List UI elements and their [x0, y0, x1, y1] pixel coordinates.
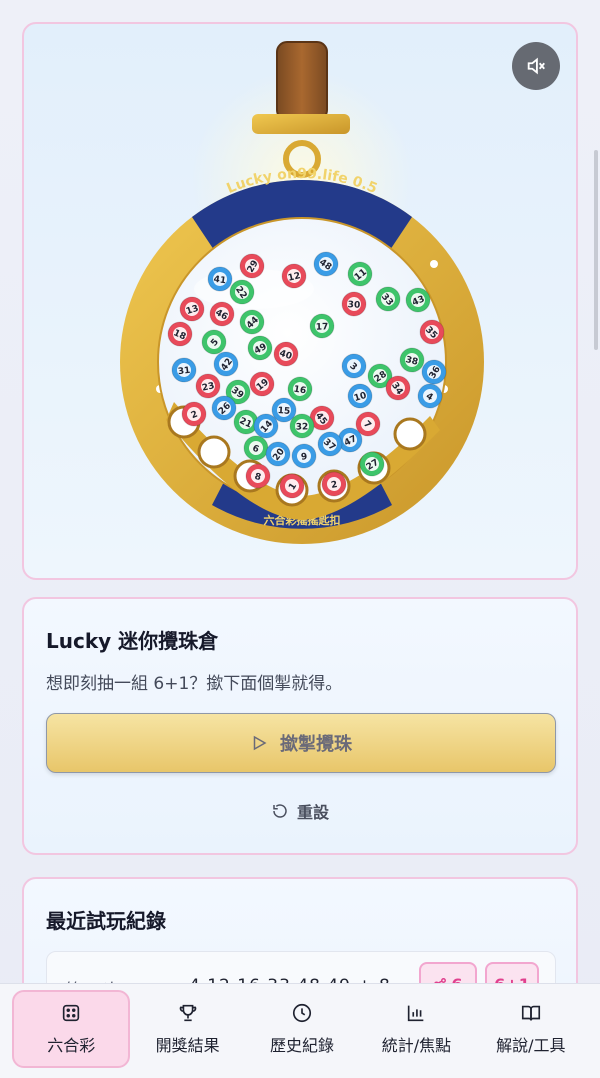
- ball-number: 30: [347, 300, 360, 311]
- nav-item-stats[interactable]: 統計/焦點: [359, 990, 473, 1068]
- tray-slot: [393, 417, 427, 451]
- ball-number: 17: [316, 322, 329, 332]
- dice-icon: [63, 1004, 80, 1022]
- reset-button-label: 重設: [296, 803, 329, 822]
- nav-label: 開獎結果: [155, 1036, 220, 1055]
- lottery-ball: 17: [309, 313, 335, 339]
- nav-item-history[interactable]: 歷史紀錄: [245, 990, 359, 1068]
- nav-label: 統計/焦點: [381, 1036, 452, 1055]
- keychain-handle: [276, 41, 328, 121]
- draw-button[interactable]: 撳掣攪珠: [46, 713, 556, 773]
- keychain-drum[interactable]: Lucky on99.life 0.5 六合彩搖搖匙扣 291248114122…: [24, 24, 580, 582]
- ball-number: 41: [213, 275, 227, 287]
- ball-number: 15: [277, 406, 290, 417]
- ball-number: 32: [296, 422, 309, 432]
- reset-button[interactable]: 重設: [24, 799, 576, 823]
- nav-label: 歷史紀錄: [270, 1036, 335, 1055]
- history-title: 最近試玩紀錄: [46, 909, 166, 933]
- nav-item-results[interactable]: 開獎結果: [130, 990, 244, 1068]
- play-icon: [253, 735, 267, 751]
- clock-icon: [292, 1003, 312, 1023]
- ball-number: 16: [293, 385, 307, 397]
- book-icon: [521, 1005, 540, 1021]
- tray-slot: [197, 435, 231, 469]
- nav-label: 解說/工具: [496, 1036, 566, 1055]
- nav-label: 六合彩: [47, 1036, 96, 1055]
- trophy-icon: [179, 1004, 196, 1022]
- scrollbar[interactable]: [594, 150, 598, 350]
- bottom-nav: 六合彩 開獎結果 歷史紀錄 統計/焦點 解說/工具: [0, 983, 600, 1078]
- ball-number: 9: [301, 452, 308, 463]
- nav-item-guide[interactable]: 解說/工具: [474, 990, 588, 1068]
- lottery-machine-card: Lucky on99.life 0.5 六合彩搖搖匙扣 29 12 48 11 41 22…: [22, 22, 578, 580]
- keychain-cap: [252, 114, 350, 134]
- reset-icon: [273, 804, 287, 818]
- bar-chart-icon: [408, 1005, 424, 1022]
- lottery-ball: 30: [341, 291, 367, 317]
- draw-card: Lucky 迷你攪珠倉 想即刻抽一組 6+1？撳下面個掣就得。 撳掣攪珠 重設: [22, 597, 578, 855]
- ball-number: 31: [177, 366, 191, 377]
- lottery-ball: 32: [289, 413, 315, 439]
- draw-description: 想即刻抽一組 6+1？撳下面個掣就得。: [46, 674, 343, 694]
- nav-item-mark-six[interactable]: 六合彩: [12, 990, 131, 1068]
- draw-card-title: Lucky 迷你攪珠倉: [46, 629, 219, 653]
- draw-button-label: 撳掣攪珠: [280, 734, 352, 755]
